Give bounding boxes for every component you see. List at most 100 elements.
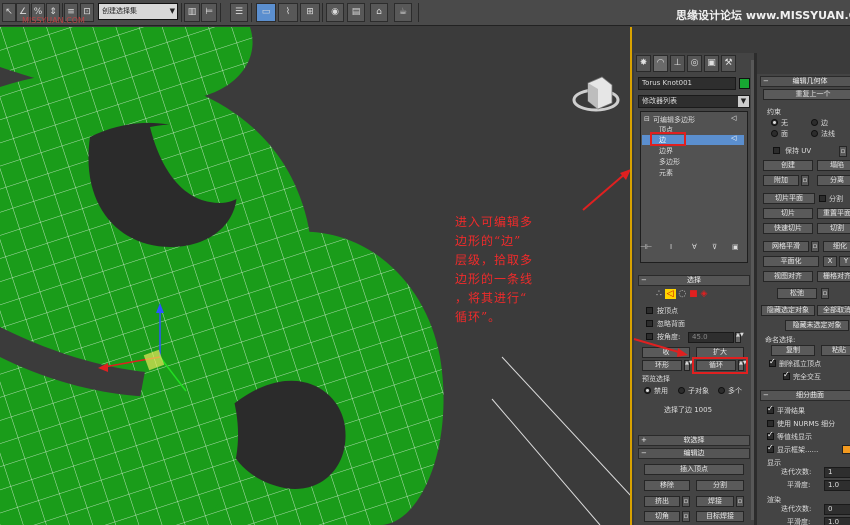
make-planar-button[interactable]: 平面化 <box>763 256 819 267</box>
edge-mode-icon[interactable]: ◁ <box>664 289 676 299</box>
hide-unselected-button[interactable]: 隐藏未选定对象 <box>785 320 849 331</box>
object-name-field[interactable]: Torus Knot001 <box>638 77 736 90</box>
polygon-mode-icon[interactable]: ■ <box>689 289 698 299</box>
meshsmooth-settings-icon[interactable]: ▫ <box>811 241 819 252</box>
iterations-input[interactable]: 1 <box>824 467 850 478</box>
hide-selected-button[interactable]: 隐藏选定对象 <box>761 305 815 316</box>
copy-button[interactable]: 复制 <box>771 345 815 356</box>
make-unique-icon[interactable]: ∀ <box>692 243 697 251</box>
hierarchy-tab-icon[interactable]: ⊥ <box>670 55 685 72</box>
viewcube-icon[interactable] <box>572 76 620 112</box>
slice-plane-button[interactable]: 切片平面 <box>763 193 815 204</box>
soft-selection-rollout-header[interactable]: + 软选择 <box>638 435 750 446</box>
graphite-tools-icon[interactable]: ▭ <box>256 3 276 22</box>
show-cage-checkbox[interactable] <box>767 443 774 453</box>
extrude-settings-icon[interactable]: ▫ <box>682 496 690 507</box>
stack-item-polygon[interactable]: 多边形 <box>659 157 680 167</box>
remove-button[interactable]: 移除 <box>644 480 690 491</box>
render-production-icon[interactable]: ☕ <box>394 3 412 22</box>
slice-button[interactable]: 切片 <box>763 208 813 219</box>
insert-vertex-button[interactable]: 插入顶点 <box>644 464 744 475</box>
layer-manager-icon[interactable]: ☰ <box>230 3 248 22</box>
render-setup-icon[interactable]: ▤ <box>347 3 365 22</box>
preserve-uv-settings-icon[interactable]: ▫ <box>839 146 847 157</box>
modifier-list-dropdown[interactable]: 修改器列表 ▼ <box>638 95 750 108</box>
unhide-all-button[interactable]: 全部取消 <box>817 305 850 316</box>
constraint-normal-radio[interactable] <box>811 130 818 137</box>
by-angle-input[interactable]: 45.0 <box>688 332 734 343</box>
by-vertex-checkbox[interactable] <box>646 307 653 314</box>
planar-x-button[interactable]: X <box>823 256 837 267</box>
attach-button[interactable]: 附加 <box>763 175 799 186</box>
repeat-last-button[interactable]: 重复上一个 <box>763 89 850 100</box>
modify-tab-icon[interactable]: ◠ <box>653 55 668 72</box>
subdivision-rollout-header[interactable]: − 细分曲面 <box>760 390 850 401</box>
detach-button[interactable]: 分离 <box>817 175 850 186</box>
select-link-icon[interactable]: ↖ <box>2 3 16 22</box>
vertex-mode-icon[interactable]: ∴ <box>656 289 662 299</box>
split-checkbox[interactable] <box>819 195 826 202</box>
preserve-uv-checkbox[interactable] <box>773 147 780 154</box>
edit-geometry-rollout-header[interactable]: − 编辑几何体 <box>760 76 850 87</box>
planar-y-button[interactable]: Y <box>839 256 850 267</box>
weld-settings-icon[interactable]: ▫ <box>736 496 744 507</box>
chamfer-button[interactable]: 切角 <box>644 511 680 522</box>
quickslice-button[interactable]: 快速切片 <box>763 223 813 234</box>
ring-button[interactable]: 环形 <box>642 360 682 371</box>
edit-edges-rollout-header[interactable]: − 编辑边 <box>638 448 750 459</box>
render-smoothness-input[interactable]: 1.0 <box>824 517 850 525</box>
preview-off-radio[interactable] <box>644 387 651 394</box>
ring-spinner[interactable]: ▲▼ <box>684 360 693 371</box>
weld-button[interactable]: 焊接 <box>696 496 734 507</box>
collapse-button[interactable]: 塌陷 <box>817 160 850 171</box>
use-nurms-checkbox[interactable] <box>767 420 774 427</box>
named-selection-set-dropdown[interactable]: 创建选择集 ▼ <box>98 3 178 20</box>
render-iterations-input[interactable]: 0 <box>824 504 850 515</box>
material-editor-icon[interactable]: ◉ <box>326 3 344 22</box>
show-end-result-icon[interactable]: Ι <box>670 243 672 251</box>
perspective-viewport[interactable]: 进入可编辑多 边形的“边” 层级，拾取多 边形的一条线 ，将其进行“ 循环”。 <box>0 27 632 525</box>
tessellate-button[interactable]: 细化 <box>823 241 850 252</box>
stack-expand-icon[interactable]: ⊟ <box>644 115 650 123</box>
delete-isolated-checkbox[interactable] <box>769 357 776 367</box>
utilities-tab-icon[interactable]: ⚒ <box>721 55 736 72</box>
full-interactivity-checkbox[interactable] <box>783 370 790 380</box>
ignore-backfacing-checkbox[interactable] <box>646 320 653 327</box>
border-mode-icon[interactable]: ◌ <box>678 289 686 299</box>
pin-stack-icon[interactable]: ⊣⊢ <box>640 243 652 251</box>
paste-button[interactable]: 粘贴 <box>821 345 850 356</box>
relax-settings-icon[interactable]: ▫ <box>821 288 829 299</box>
element-mode-icon[interactable]: ◈ <box>701 289 708 299</box>
constraint-face-radio[interactable] <box>771 130 778 137</box>
stack-item-editable-poly[interactable]: 可编辑多边形 <box>653 115 695 125</box>
curve-editor-icon[interactable]: ⌇ <box>278 3 298 22</box>
create-tab-icon[interactable]: ✸ <box>636 55 651 72</box>
split-button[interactable]: 分割 <box>696 480 744 491</box>
attach-list-icon[interactable]: ▫ <box>801 175 809 186</box>
grid-align-button[interactable]: 栅格对齐 <box>817 271 850 282</box>
preview-subobject-radio[interactable] <box>678 387 685 394</box>
target-weld-button[interactable]: 目标焊接 <box>696 511 744 522</box>
constraint-none-radio[interactable] <box>771 119 778 126</box>
view-align-button[interactable]: 视图对齐 <box>763 271 813 282</box>
schematic-view-icon[interactable]: ⊞ <box>300 3 320 22</box>
create-button[interactable]: 创建 <box>763 160 813 171</box>
chamfer-settings-icon[interactable]: ▫ <box>682 511 690 522</box>
stack-item-element[interactable]: 元素 <box>659 168 673 178</box>
selection-rollout-header[interactable]: − 选择 <box>638 275 750 286</box>
meshsmooth-button[interactable]: 网格平滑 <box>763 241 809 252</box>
isoline-display-checkbox[interactable] <box>767 430 774 440</box>
smooth-result-checkbox[interactable] <box>767 404 774 414</box>
configure-sets-icon[interactable]: ▣ <box>732 243 739 251</box>
constraint-edge-radio[interactable] <box>811 119 818 126</box>
display-tab-icon[interactable]: ▣ <box>704 55 719 72</box>
reset-plane-button[interactable]: 重置平面 <box>817 208 850 219</box>
rendered-frame-icon[interactable]: ⌂ <box>370 3 388 22</box>
cut-button[interactable]: 切割 <box>817 223 850 234</box>
motion-tab-icon[interactable]: ◎ <box>687 55 702 72</box>
object-color-swatch[interactable] <box>739 78 750 89</box>
cage-color-swatch[interactable] <box>842 445 850 454</box>
extrude-button[interactable]: 挤出 <box>644 496 680 507</box>
align-icon[interactable]: ⊨ <box>201 3 217 22</box>
mirror-icon[interactable]: ▥ <box>184 3 200 22</box>
